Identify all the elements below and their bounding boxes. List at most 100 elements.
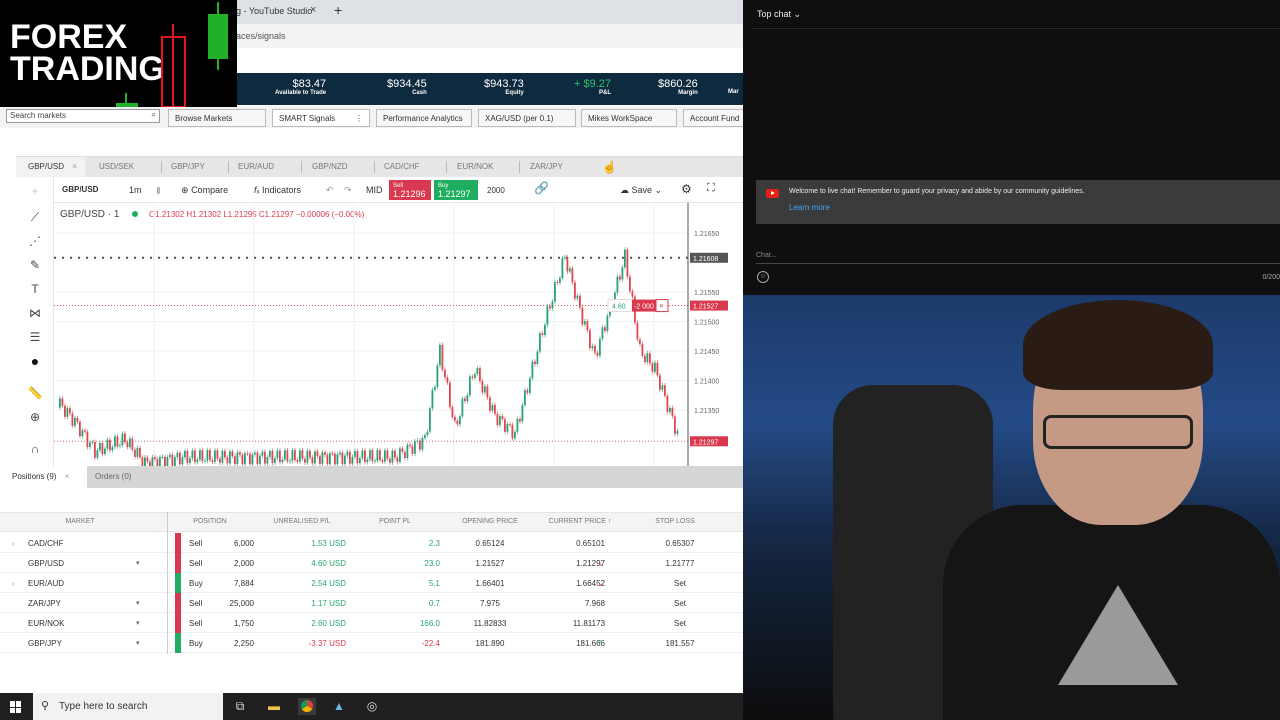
tab-orders[interactable]: Orders (0)	[95, 472, 131, 481]
caret-down-icon[interactable]: ▾	[136, 619, 140, 627]
magnet-icon[interactable]: ∩	[27, 441, 43, 457]
candle-body	[586, 321, 589, 331]
chrome-icon[interactable]	[298, 698, 316, 715]
opening-price-cell: 7.975	[479, 599, 501, 608]
chat-input[interactable]: Chat...	[756, 252, 777, 259]
table-row[interactable]: GBP/USD ▾ Sell 2,000 4.60 USD 23.0 1.21527 1.21…	[0, 553, 743, 573]
ruler-icon[interactable]: 📏	[27, 385, 43, 401]
learn-more-link[interactable]: Learn more	[789, 203, 830, 212]
compare-button[interactable]: ⊕ Compare	[181, 185, 228, 196]
expand-icon[interactable]: ›	[12, 579, 15, 588]
task-view-icon[interactable]: ⧉	[231, 698, 249, 715]
close-icon[interactable]: ×	[65, 472, 70, 481]
candle-body	[154, 457, 156, 460]
url-text[interactable]: aces/signals	[236, 31, 286, 41]
pair-tab-gbp-nzd[interactable]: GBP/NZD	[312, 162, 348, 171]
indicators-button[interactable]: fₓ Indicators	[254, 185, 301, 195]
redo-icon[interactable]: ↷	[344, 185, 352, 196]
top-chat-dropdown[interactable]: Top chat ⌄	[757, 9, 801, 20]
pair-tab-zar-jpy[interactable]: ZAR/JPY	[530, 162, 563, 171]
search-icon[interactable]: ⌕	[152, 110, 156, 120]
candle-body	[406, 444, 409, 458]
caret-down-icon[interactable]: ▾	[136, 599, 140, 607]
fullscreen-icon[interactable]: ⛶	[707, 182, 715, 195]
stop-loss-cell[interactable]: 0.65307	[650, 539, 710, 548]
quantity-input[interactable]: 2000	[487, 186, 505, 195]
save-button[interactable]: ☁ Save ⌄	[620, 185, 662, 196]
tab-positions[interactable]: Positions (9) ×	[0, 466, 88, 488]
obs-icon[interactable]: ◎	[363, 698, 381, 715]
col-point-pl[interactable]: POINT PL	[365, 518, 425, 525]
shape-icon[interactable]: ●	[27, 353, 43, 369]
prediction-icon[interactable]: ☰	[27, 329, 43, 345]
trend-line-icon[interactable]: ⟋	[27, 209, 43, 225]
expand-icon[interactable]: ›	[12, 539, 15, 548]
order-close-icon[interactable]: ×	[659, 302, 664, 311]
fib-tool-icon[interactable]: ⋰	[27, 233, 43, 249]
new-tab-button[interactable]: +	[334, 2, 342, 18]
file-explorer-icon[interactable]: ▬	[265, 698, 283, 715]
tab-mikes-workspace[interactable]: Mikes WorkSpace	[581, 109, 677, 127]
start-button[interactable]	[0, 693, 32, 720]
link-icon[interactable]: 🔗	[534, 181, 549, 195]
tab-close-icon[interactable]: ×	[310, 4, 316, 16]
table-row[interactable]: GBP/JPY ▾ Buy 2,250 -3.37 USD -22.4 181.890 181…	[0, 633, 743, 653]
stop-loss-cell[interactable]: Set	[650, 599, 710, 608]
side-cell: Sell	[189, 559, 203, 568]
stop-loss-cell[interactable]: 1.21777	[650, 559, 710, 568]
settings-gear-icon[interactable]: ⚙	[681, 182, 692, 196]
tab-browse-markets[interactable]: Browse Markets	[168, 109, 266, 127]
pair-tab-cad-chf[interactable]: CAD/CHF	[384, 162, 420, 171]
pair-tab-gbp-jpy[interactable]: GBP/JPY	[171, 162, 205, 171]
table-row[interactable]: EUR/NOK ▾ Sell 1,750 2.60 USD 166.0 11.82833 11…	[0, 613, 743, 633]
stop-loss-cell[interactable]: Set	[650, 619, 710, 628]
brush-icon[interactable]: ✎	[27, 257, 43, 273]
table-row[interactable]: ZAR/JPY ▾ Sell 25,000 1.17 USD 0.7 7.975 7.968 S…	[0, 593, 743, 613]
text-tool-icon[interactable]: T	[27, 281, 43, 297]
tab-xag-usd[interactable]: XAG/USD (per 0.1)	[478, 109, 576, 127]
col-current-price[interactable]: CURRENT PRICE ↑	[540, 518, 620, 525]
crosshair-icon[interactable]: +	[27, 183, 43, 199]
close-icon[interactable]: ×	[72, 162, 77, 171]
col-opening-price[interactable]: OPENING PRICE	[455, 518, 525, 525]
candle-body	[194, 450, 196, 463]
col-unrealised-pl[interactable]: UNREALISED P/L	[262, 518, 342, 525]
stop-loss-cell[interactable]: 181.557	[650, 639, 710, 648]
stat-margin: $860.26 Margin	[658, 78, 698, 96]
candle-type-icon[interactable]: ⫾	[157, 185, 160, 196]
tab-smart-signals[interactable]: SMART Signals ⋮	[272, 109, 370, 127]
tab-performance-analytics[interactable]: Performance Analytics	[376, 109, 472, 127]
browser-tab-title[interactable]: g - YouTube Studio	[236, 6, 312, 16]
emoji-icon[interactable]: ☺	[757, 271, 769, 283]
tab-account-fund[interactable]: Account Fund	[683, 109, 743, 127]
symbol-label[interactable]: GBP/USD	[62, 185, 98, 194]
undo-icon[interactable]: ↶	[326, 185, 334, 196]
col-position[interactable]: POSITION	[180, 518, 240, 525]
table-row[interactable]: › CAD/CHF Sell 6,000 1.53 USD 2.3 0.65124 0.651…	[0, 533, 743, 553]
pair-tab-gbp-usd[interactable]: GBP/USD ×	[16, 157, 85, 177]
zoom-in-icon[interactable]: ⊕	[27, 409, 43, 425]
stop-loss-cell[interactable]: Set	[650, 579, 710, 588]
sell-button[interactable]: Sell 1.21296	[389, 180, 431, 200]
windows-logo-icon	[10, 701, 22, 713]
caret-down-icon[interactable]: ▾	[136, 639, 140, 647]
metatrader-icon[interactable]: ▲	[330, 698, 348, 715]
order-pl: 4.60	[612, 304, 626, 311]
function-icon: fₓ	[254, 185, 260, 195]
buy-button[interactable]: Buy 1.21297	[434, 180, 478, 200]
pattern-icon[interactable]: ⋈	[27, 305, 43, 321]
col-stop-loss[interactable]: STOP LOSS	[645, 518, 705, 525]
positions-table-header: MARKET POSITION UNREALISED P/L POINT PL …	[0, 512, 743, 532]
table-row[interactable]: › EUR/AUD Buy 7,884 2.54 USD 5.1 1.66401 1.6645…	[0, 573, 743, 593]
more-vert-icon[interactable]: ⋮	[355, 114, 363, 123]
price-chart[interactable]: 1.21650 1.21550 1.21500 1.21450 1.21400 1.213…	[54, 203, 743, 467]
mid-label[interactable]: MID	[366, 185, 383, 195]
interval-button[interactable]: 1m	[129, 185, 142, 195]
pair-tab-eur-nok[interactable]: EUR/NOK	[457, 162, 493, 171]
pair-tab-eur-aud[interactable]: EUR/AUD	[238, 162, 274, 171]
caret-down-icon[interactable]: ▾	[136, 559, 140, 567]
search-markets-input[interactable]: Search markets ⌕	[6, 109, 160, 123]
col-market[interactable]: MARKET	[40, 518, 120, 525]
pair-tab-usd-sek[interactable]: USD/SEK	[99, 162, 134, 171]
taskbar-search[interactable]: ⚲ Type here to search	[33, 693, 223, 720]
